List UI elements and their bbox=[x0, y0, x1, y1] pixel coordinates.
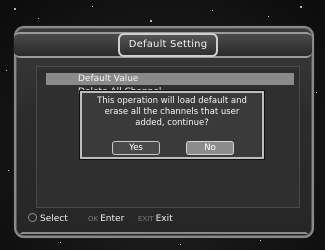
dialog-message: This operation will load default and era… bbox=[82, 96, 262, 129]
bottom-divider bbox=[20, 232, 308, 238]
footer-select-hint: Select bbox=[28, 212, 68, 226]
menu-item-default-value[interactable]: Default Value bbox=[46, 73, 294, 85]
star-decoration bbox=[38, 18, 39, 19]
footer-exit-hint: EXIT Exit bbox=[138, 212, 173, 226]
star-decoration bbox=[14, 8, 16, 10]
yes-button[interactable]: Yes bbox=[112, 141, 160, 155]
star-decoration bbox=[8, 170, 9, 171]
star-decoration bbox=[300, 6, 302, 8]
dialog-message-line: This operation will load default and bbox=[97, 96, 247, 106]
no-button[interactable]: No bbox=[186, 141, 234, 155]
navigate-arrows-icon bbox=[28, 213, 37, 222]
dialog-message-line: added, continue? bbox=[135, 118, 209, 128]
footer-enter-label: Enter bbox=[100, 214, 125, 224]
footer-select-label: Select bbox=[40, 214, 68, 224]
dialog-message-line: erase all the channels that user bbox=[104, 107, 240, 117]
exit-key-label: EXIT bbox=[138, 215, 154, 223]
star-decoration bbox=[316, 92, 317, 93]
confirm-dialog: This operation will load default and era… bbox=[80, 91, 264, 159]
star-decoration bbox=[212, 10, 213, 11]
star-decoration bbox=[180, 244, 181, 245]
window-title: Default Setting bbox=[118, 33, 218, 57]
ok-key-label: OK bbox=[88, 215, 99, 223]
footer-enter-hint: OK Enter bbox=[88, 212, 124, 226]
star-decoration bbox=[92, 6, 93, 7]
star-decoration bbox=[268, 16, 269, 17]
footer-help-bar: Select OK Enter EXIT Exit bbox=[28, 212, 298, 226]
footer-exit-label: Exit bbox=[155, 214, 173, 224]
star-decoration bbox=[60, 242, 61, 243]
star-decoration bbox=[260, 240, 261, 241]
star-decoration bbox=[150, 20, 152, 22]
star-decoration bbox=[6, 70, 7, 71]
